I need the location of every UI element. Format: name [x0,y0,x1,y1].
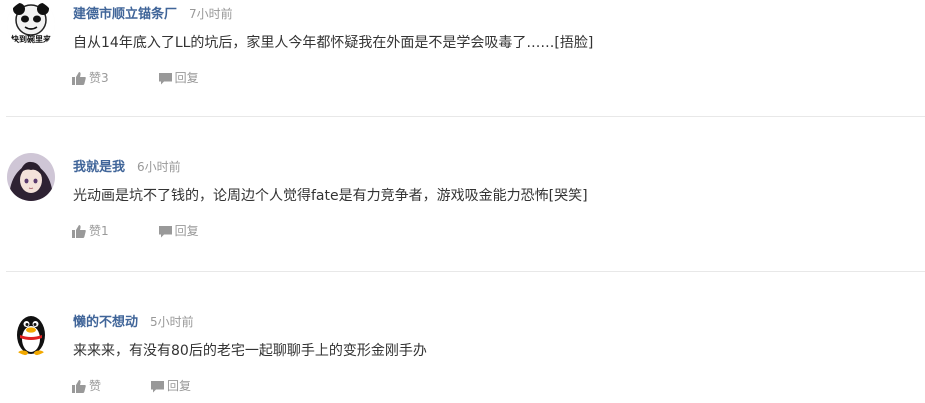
reply-label: 回复 [174,224,199,238]
reply-button[interactable]: 回复 [158,222,199,240]
like-button[interactable]: 赞3 [72,69,109,87]
thumbs-up-icon [72,380,86,393]
speech-bubble-icon [158,226,172,238]
divider [6,116,925,117]
speech-bubble-icon [151,381,165,393]
speech-bubble-icon [158,73,172,85]
reply-label: 回复 [174,71,199,85]
qq-penguin-avatar-icon [7,308,55,356]
comment-actions: 赞 回复 [72,377,191,395]
like-button[interactable]: 赞 [72,377,101,395]
comment-time: 7小时前 [189,7,233,21]
like-label: 赞3 [89,71,109,85]
anime-character-avatar-icon [7,153,55,201]
comment-actions: 赞3 回复 [72,69,199,87]
comment-item: 我就是我 6小时前 光动画是坑不了钱的，论周边个人觉得fate是有力竞争者，游戏吸… [0,153,925,308]
comment-item: 懒的不想动 5小时前 来来来，有没有80后的老宅一起聊聊手上的变形金刚手办 赞 回… [0,308,925,403]
like-label: 赞1 [89,224,109,238]
comment-meta: 建德市顺立锚条厂 7小时前 [73,3,233,23]
username-link[interactable]: 建德市顺立锚条厂 [73,7,177,22]
avatar-caption: 快到碗里来 [11,35,51,44]
reply-label: 回复 [167,379,192,393]
avatar[interactable] [7,308,55,356]
divider [6,271,925,272]
comment-time: 5小时前 [150,315,194,329]
comment-text: 自从14年底入了LL的坑后，家里人今年都怀疑我在外面是不是学会吸毒了……[捂脸] [73,35,594,51]
comment-text: 来来来，有没有80后的老宅一起聊聊手上的变形金刚手办 [73,343,427,359]
comment-meta: 我就是我 6小时前 [73,156,181,176]
username-link[interactable]: 我就是我 [73,160,125,175]
comment-time: 6小时前 [137,160,181,174]
avatar[interactable]: 快到碗里来 [7,0,55,48]
thumbs-up-icon [72,72,86,85]
thumbs-up-icon [72,225,86,238]
username-link[interactable]: 懒的不想动 [73,315,138,330]
reply-button[interactable]: 回复 [151,377,191,395]
comment-meta: 懒的不想动 5小时前 [73,311,194,331]
like-label: 赞 [89,379,102,393]
avatar[interactable] [7,153,55,201]
comment-actions: 赞1 回复 [72,222,199,240]
comment-item: 快到碗里来 建德市顺立锚条厂 7小时前 自从14年底入了LL的坑后，家里人今年都怀… [0,0,925,153]
comment-text: 光动画是坑不了钱的，论周边个人觉得fate是有力竞争者，游戏吸金能力恐怖[哭笑] [73,188,588,204]
like-button[interactable]: 赞1 [72,222,109,240]
reply-button[interactable]: 回复 [158,69,199,87]
